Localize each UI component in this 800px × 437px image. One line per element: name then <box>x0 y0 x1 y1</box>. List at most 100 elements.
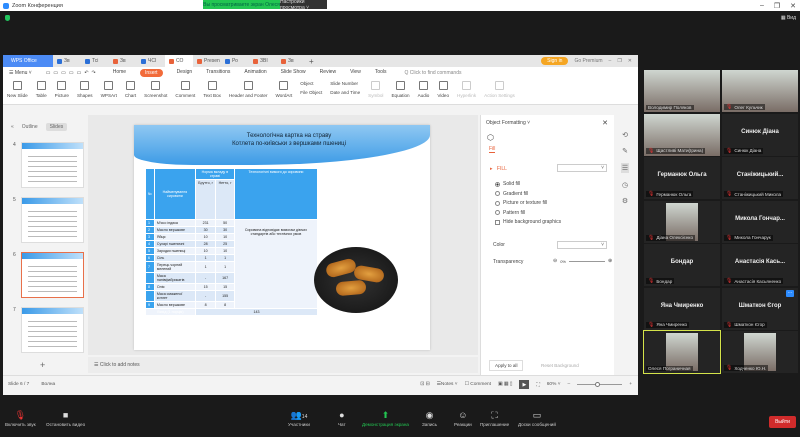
menu-slide-show[interactable]: Slide Show <box>281 69 306 77</box>
participant-tile[interactable]: Микола Гончар... 🎙 Микола Гончарук <box>722 200 798 243</box>
participant-tile[interactable]: Шматкон Єгор 🎙 Шматкон Єгор ··· <box>722 287 798 330</box>
view-button[interactable]: ▦ Вид <box>781 15 796 21</box>
zoom-out-button[interactable]: – <box>568 382 571 387</box>
table-button[interactable]: Table <box>36 81 47 98</box>
comment-button[interactable]: Comment <box>175 81 195 98</box>
notes-toggle[interactable]: ☰Notes ˅ <box>437 382 458 387</box>
slide-thumbnail[interactable] <box>21 197 84 243</box>
document-tab[interactable]: ЗВІ <box>249 55 277 67</box>
apply-to-all-button[interactable]: Apply to all <box>489 360 524 371</box>
color-dropdown[interactable]: ˅ <box>557 241 607 249</box>
menu-review[interactable]: Review <box>320 69 336 77</box>
view-mode-icons[interactable]: ▣ ▦ ▯ <box>498 382 512 387</box>
new-slide-button[interactable]: New Slide <box>7 81 28 98</box>
tab-fill[interactable]: Fill <box>489 146 496 153</box>
document-tab[interactable]: Зв <box>109 55 137 67</box>
share-screen-button[interactable]: ⬆ Демонстрация экрана <box>362 410 409 427</box>
document-tab[interactable]: ЧСІ <box>137 55 165 67</box>
slide-thumbnail[interactable] <box>21 252 84 298</box>
settings-icon[interactable]: ⚙ <box>622 197 628 205</box>
document-tab[interactable]: Presen <box>193 55 221 67</box>
wps-office-tab[interactable]: WPS Office <box>3 55 53 67</box>
fill-option-radio[interactable]: Picture or texture fill <box>495 200 547 206</box>
add-slide-button[interactable]: + <box>40 360 45 370</box>
document-tab[interactable]: Тсі <box>81 55 109 67</box>
audio-button[interactable]: Audio <box>418 81 429 98</box>
quick-access-toolbar[interactable]: ▭▭▭▭▭↶↷ <box>46 70 99 76</box>
fill-option-radio[interactable]: Pattern fill <box>495 210 525 216</box>
hide-bg-checkbox[interactable]: Hide background graphics <box>495 219 561 225</box>
stop-video-button[interactable]: ■ Остановить видео <box>46 410 85 427</box>
screenshot-button[interactable]: Screenshot <box>144 81 167 98</box>
fit-icon[interactable]: ⊡ ⊟ <box>420 382 429 387</box>
equation-button[interactable]: Equation <box>391 81 410 98</box>
panel-title[interactable]: Object Formatting ˅ <box>486 120 530 126</box>
minimize-button[interactable]: – <box>760 2 764 9</box>
document-tab[interactable]: Зв <box>53 55 81 67</box>
food-photo[interactable] <box>314 247 398 313</box>
menu-animation[interactable]: Animation <box>244 69 266 77</box>
recipe-table[interactable]: № Найменування сировини Норма вкладу в стр… <box>145 168 319 316</box>
play-slideshow-button[interactable]: ▶ <box>519 380 530 389</box>
participant-tile[interactable]: Германюк Ольга 🎙 Германюк Ольга <box>644 157 720 199</box>
menu-tools[interactable]: Tools <box>375 69 387 77</box>
document-tab[interactable]: СО <box>165 55 193 67</box>
participants-button[interactable]: 👥14 Участники <box>288 410 310 427</box>
date-time-button[interactable]: Date and Time <box>330 90 360 95</box>
participant-tile[interactable]: Станіжицький... 🎙 Станіжицький Микола <box>722 157 798 199</box>
reset-background-button[interactable]: Reset Background <box>535 360 585 371</box>
close-panel-icon[interactable]: ✕ <box>602 119 608 127</box>
picture-button[interactable]: Picture <box>55 81 69 98</box>
transparency-slider[interactable]: ⊖ 0% ⊕ <box>553 258 612 264</box>
record-button[interactable]: ◉ Запись <box>422 410 437 427</box>
participant-tile[interactable]: 🎙 Щастливі Мати(Ірина) <box>644 113 720 156</box>
fill-section-header[interactable]: ▸ FILL <box>490 166 507 172</box>
chart-button[interactable]: Chart <box>125 81 136 98</box>
tab-slides[interactable]: Slides <box>45 123 68 131</box>
zoom-in-button[interactable]: + <box>629 382 632 387</box>
participant-tile[interactable]: Яна Чмиренко 🎙 Яна Чмиренко <box>644 287 720 330</box>
go-premium-button[interactable]: Go Premium <box>574 58 602 64</box>
collapse-panel-button[interactable]: « <box>11 124 14 130</box>
wpsart-button[interactable]: WPSArt <box>101 81 117 98</box>
tab-outline[interactable]: Outline <box>22 124 38 130</box>
participant-tile[interactable]: 🎙 Діана Олексієнко <box>644 200 720 243</box>
maximize-button[interactable]: ❐ <box>617 58 621 64</box>
properties-icon[interactable]: ☰ <box>620 163 630 173</box>
slide-thumbnail[interactable] <box>21 142 84 188</box>
unmute-button[interactable]: 🎙 Включить звук <box>5 410 36 427</box>
hyperlink-button[interactable]: Hyperlink <box>457 81 476 98</box>
participant-tile[interactable]: Синюк Діана 🎙 Синюк Діана <box>722 113 798 156</box>
notes-field[interactable]: ☰ Click to add notes <box>88 357 478 373</box>
reactions-button[interactable]: ☺ Реакции <box>454 410 472 427</box>
minimize-button[interactable]: – <box>609 58 612 64</box>
participant-tile[interactable]: Володимир Поляков <box>644 70 720 112</box>
command-search[interactable]: Q Click to find commands <box>405 70 462 76</box>
action-settings-button[interactable]: Action Settings <box>484 81 515 98</box>
main-menu-button[interactable]: ☰ Menu ˅ <box>9 70 32 76</box>
zoom-level[interactable]: 60% ˅ <box>547 382 561 387</box>
leave-button[interactable]: Выйти <box>769 416 796 428</box>
view-options-button[interactable]: Настройки просмотра ˅ <box>280 0 327 11</box>
video-button[interactable]: Video <box>437 81 449 98</box>
slide-number-button[interactable]: Slide Number <box>330 81 360 86</box>
pin-icon[interactable]: ✎ <box>622 147 628 155</box>
shapes-button[interactable]: Shapes <box>77 81 93 98</box>
add-tab-button[interactable]: + <box>305 55 333 67</box>
whiteboard-button[interactable]: ▭ Доски сообщений <box>518 410 556 427</box>
close-button[interactable]: ✕ <box>628 58 632 64</box>
zoom-slider[interactable] <box>577 382 623 387</box>
participant-tile[interactable]: 🎙 Олег Кульчик <box>722 70 798 112</box>
object-button[interactable]: Object <box>300 81 322 86</box>
participant-tile[interactable]: Анастасія Кась... 🎙 Анастасія Касьяненко <box>722 244 798 286</box>
menu-home[interactable]: Home <box>113 69 126 77</box>
participant-tile[interactable]: Олеся Пограничная <box>643 330 721 374</box>
document-tab[interactable]: Зв <box>277 55 305 67</box>
document-tab[interactable]: Ро <box>221 55 249 67</box>
chat-button[interactable]: ● Чат <box>338 410 346 427</box>
comment-toggle[interactable]: ☐ Comment <box>465 382 491 387</box>
symbol-button[interactable]: Symbol <box>368 81 383 98</box>
sign-in-button[interactable]: Sign in <box>541 57 569 65</box>
fit-window-icon[interactable]: ⛶ <box>536 382 539 388</box>
fill-option-radio[interactable]: Gradient fill <box>495 191 528 197</box>
